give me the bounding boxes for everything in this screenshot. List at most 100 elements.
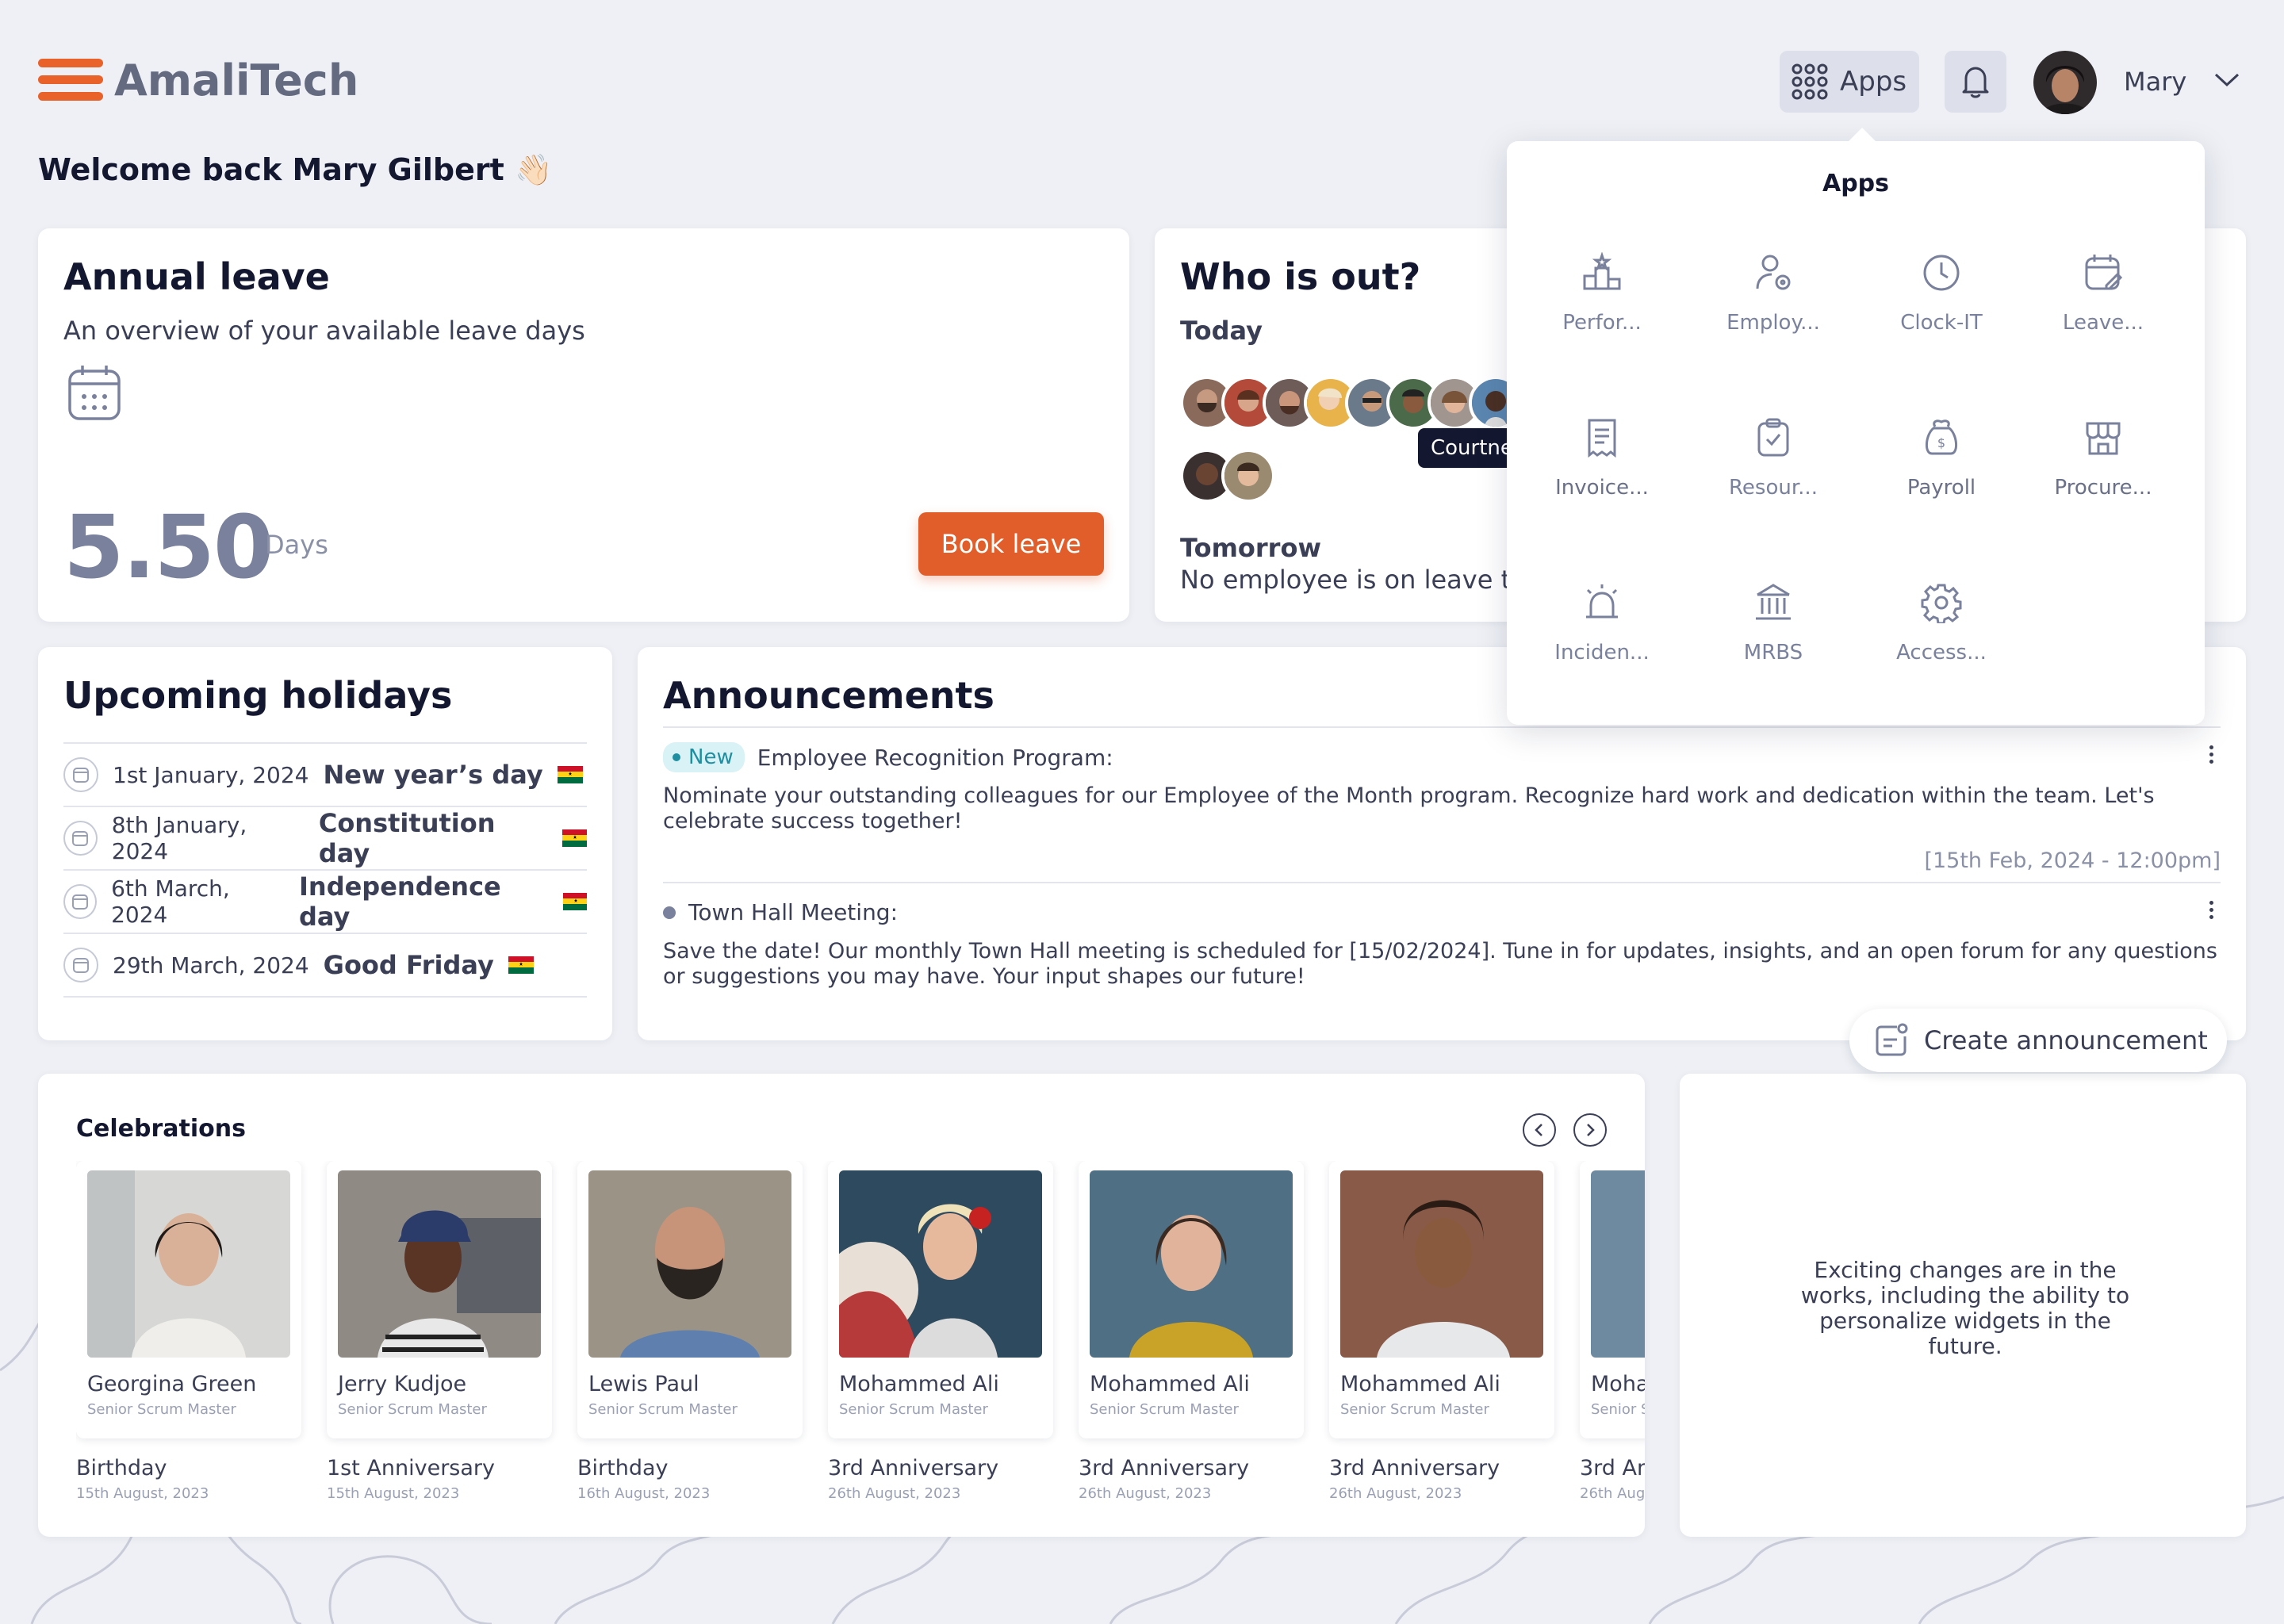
announcement-header: New Employee Recognition Program:	[663, 742, 1113, 772]
menu-toggle-button[interactable]	[38, 59, 103, 106]
chevron-down-icon[interactable]	[2213, 71, 2241, 89]
status-dot	[663, 906, 676, 919]
app-performance[interactable]: Perfor...	[1523, 252, 1681, 335]
announcement-date: [15th Feb, 2024 - 12:00pm]	[1924, 848, 2221, 873]
app-clock-it[interactable]: Clock-IT	[1862, 252, 2021, 335]
holiday-name: Independence day	[299, 871, 501, 932]
celebration-item[interactable]: Jerry Kudjoe Senior Scrum Master 1st Ann…	[327, 1161, 552, 1502]
announcements-title: Announcements	[663, 674, 994, 717]
ghana-flag-icon	[557, 766, 583, 783]
holiday-name: Good Friday	[323, 950, 494, 980]
event-date: 26th August, 2023	[1329, 1485, 1462, 1502]
person-photo	[1591, 1170, 1645, 1358]
holiday-date: 8th January, 2024	[111, 812, 247, 864]
celebration-item[interactable]: Mohammed Ali Senior Scrum Master 3rd Ann…	[1079, 1161, 1304, 1502]
new-badge-label: New	[688, 745, 734, 769]
user-name[interactable]: Mary	[2124, 67, 2186, 97]
app-access[interactable]: Access...	[1862, 582, 2021, 665]
celebrations-carousel[interactable]: Georgina Green Senior Scrum Master Birth…	[76, 1161, 1645, 1526]
gear-icon	[1921, 584, 1962, 623]
event-type: 3rd Anniversary	[1580, 1456, 1645, 1480]
calendar-edit-icon	[2085, 255, 2123, 290]
clipboard-check-icon	[1757, 418, 1789, 457]
app-payroll[interactable]: $ Payroll	[1862, 417, 2021, 500]
celebration-item[interactable]: Mohammed Ali Senior Scrum Master 3rd Ann…	[1580, 1161, 1645, 1502]
list-item[interactable]: 29th March, 2024 Good Friday	[63, 934, 587, 998]
event-date: 26th August, 2023	[828, 1485, 961, 1502]
holiday-date: 1st January, 2024	[113, 761, 309, 788]
carousel-prev-button[interactable]	[1523, 1113, 1556, 1147]
avatar[interactable]	[1221, 449, 1275, 503]
calendar-icon	[68, 366, 121, 420]
person-name: Jerry Kudjoe	[338, 1372, 467, 1396]
event-type: 3rd Anniversary	[828, 1456, 999, 1480]
announcement-heading: Employee Recognition Program:	[757, 744, 1113, 771]
annual-leave-card: Annual leave An overview of your availab…	[38, 228, 1129, 622]
holiday-name: Constitution day	[318, 808, 496, 868]
more-options-icon[interactable]	[2209, 745, 2214, 764]
dropdown-arrow	[1849, 128, 1876, 155]
app-label: Resour...	[1729, 476, 1818, 500]
person-photo	[87, 1170, 290, 1358]
event-date: 16th August, 2023	[577, 1485, 711, 1502]
app-invoice[interactable]: Invoice...	[1523, 417, 1681, 500]
announcement-body: Save the date! Our monthly Town Hall mee…	[663, 939, 2217, 989]
calendar-icon	[63, 948, 98, 982]
event-type: Birthday	[76, 1456, 167, 1480]
divider	[663, 726, 2221, 728]
money-bag-icon: $	[1926, 419, 1957, 455]
holiday-name: New year’s day	[323, 760, 543, 790]
app-resource[interactable]: Resour...	[1694, 417, 1853, 500]
person-role: Senior Scrum Master	[87, 1401, 236, 1418]
person-role: Senior Scrum Master	[1340, 1401, 1489, 1418]
book-leave-button[interactable]: Book leave	[918, 512, 1104, 576]
app-label: Clock-IT	[1900, 311, 1983, 335]
event-date: 26th August, 2023	[1079, 1485, 1212, 1502]
event-type: 1st Anniversary	[327, 1456, 495, 1480]
more-options-icon[interactable]	[2209, 901, 2214, 919]
person-name: Mohammed Ali	[1090, 1372, 1250, 1396]
app-incident[interactable]: Inciden...	[1523, 582, 1681, 665]
list-item[interactable]: 6th March, 2024 Independence day	[63, 871, 587, 934]
celebration-item[interactable]: Mohammed Ali Senior Scrum Master 3rd Ann…	[828, 1161, 1053, 1502]
brand-logo: AmaliTech	[114, 56, 359, 105]
apps-dropdown-title: Apps	[1822, 170, 1890, 197]
carousel-next-button[interactable]	[1573, 1113, 1607, 1147]
celebration-item[interactable]: Mohammed Ali Senior Scrum Master 3rd Ann…	[1329, 1161, 1554, 1502]
person-name: Lewis Paul	[588, 1372, 699, 1396]
app-label: Inciden...	[1554, 641, 1650, 665]
tomorrow-label: Tomorrow	[1180, 533, 1321, 563]
celebration-item[interactable]: Lewis Paul Senior Scrum Master Birthday …	[577, 1161, 803, 1502]
list-item[interactable]: 1st January, 2024 New year’s day	[63, 744, 587, 807]
today-avatars-row-2	[1180, 449, 1275, 503]
app-procurement[interactable]: Procure...	[2024, 417, 2182, 500]
app-label: Leave...	[2062, 311, 2144, 335]
chevron-right-icon	[1587, 1124, 1595, 1136]
today-avatars	[1180, 376, 1523, 430]
annual-leave-title: Annual leave	[63, 255, 330, 298]
user-avatar[interactable]	[2033, 51, 2097, 114]
create-announcement-label: Create announcement	[1924, 1025, 2208, 1055]
apps-button[interactable]: Apps	[1780, 51, 1919, 113]
list-item[interactable]: 8th January, 2024 Constitution day	[63, 807, 587, 871]
person-role: Senior Scrum Master	[588, 1401, 738, 1418]
app-employee[interactable]: Employ...	[1694, 252, 1853, 335]
app-label: Access...	[1896, 641, 1987, 665]
tomorrow-status: No employee is on leave to	[1180, 565, 1527, 595]
app-mrbs[interactable]: MRBS	[1694, 582, 1853, 665]
celebration-item[interactable]: Georgina Green Senior Scrum Master Birth…	[76, 1161, 301, 1502]
holiday-date: 29th March, 2024	[113, 952, 309, 979]
announcement-body: Nominate your outstanding colleagues for…	[663, 783, 2155, 833]
apps-dropdown: Apps Perfor... Employ... Clock-IT Leave.…	[1507, 128, 2205, 725]
person-photo	[338, 1170, 541, 1358]
celebrations-card: Celebrations Georgina Green Senior Scrum…	[38, 1074, 1645, 1537]
annual-leave-subtitle: An overview of your available leave days	[63, 316, 585, 346]
person-photo	[839, 1170, 1042, 1358]
celebrations-title: Celebrations	[76, 1115, 246, 1143]
create-announcement-button[interactable]: Create announcement	[1849, 1009, 2227, 1072]
person-photo	[588, 1170, 791, 1358]
person-name: Georgina Green	[87, 1372, 257, 1396]
app-leave[interactable]: Leave...	[2024, 252, 2182, 335]
notifications-button[interactable]	[1945, 51, 2006, 113]
person-role: Senior Scrum Master	[338, 1401, 487, 1418]
